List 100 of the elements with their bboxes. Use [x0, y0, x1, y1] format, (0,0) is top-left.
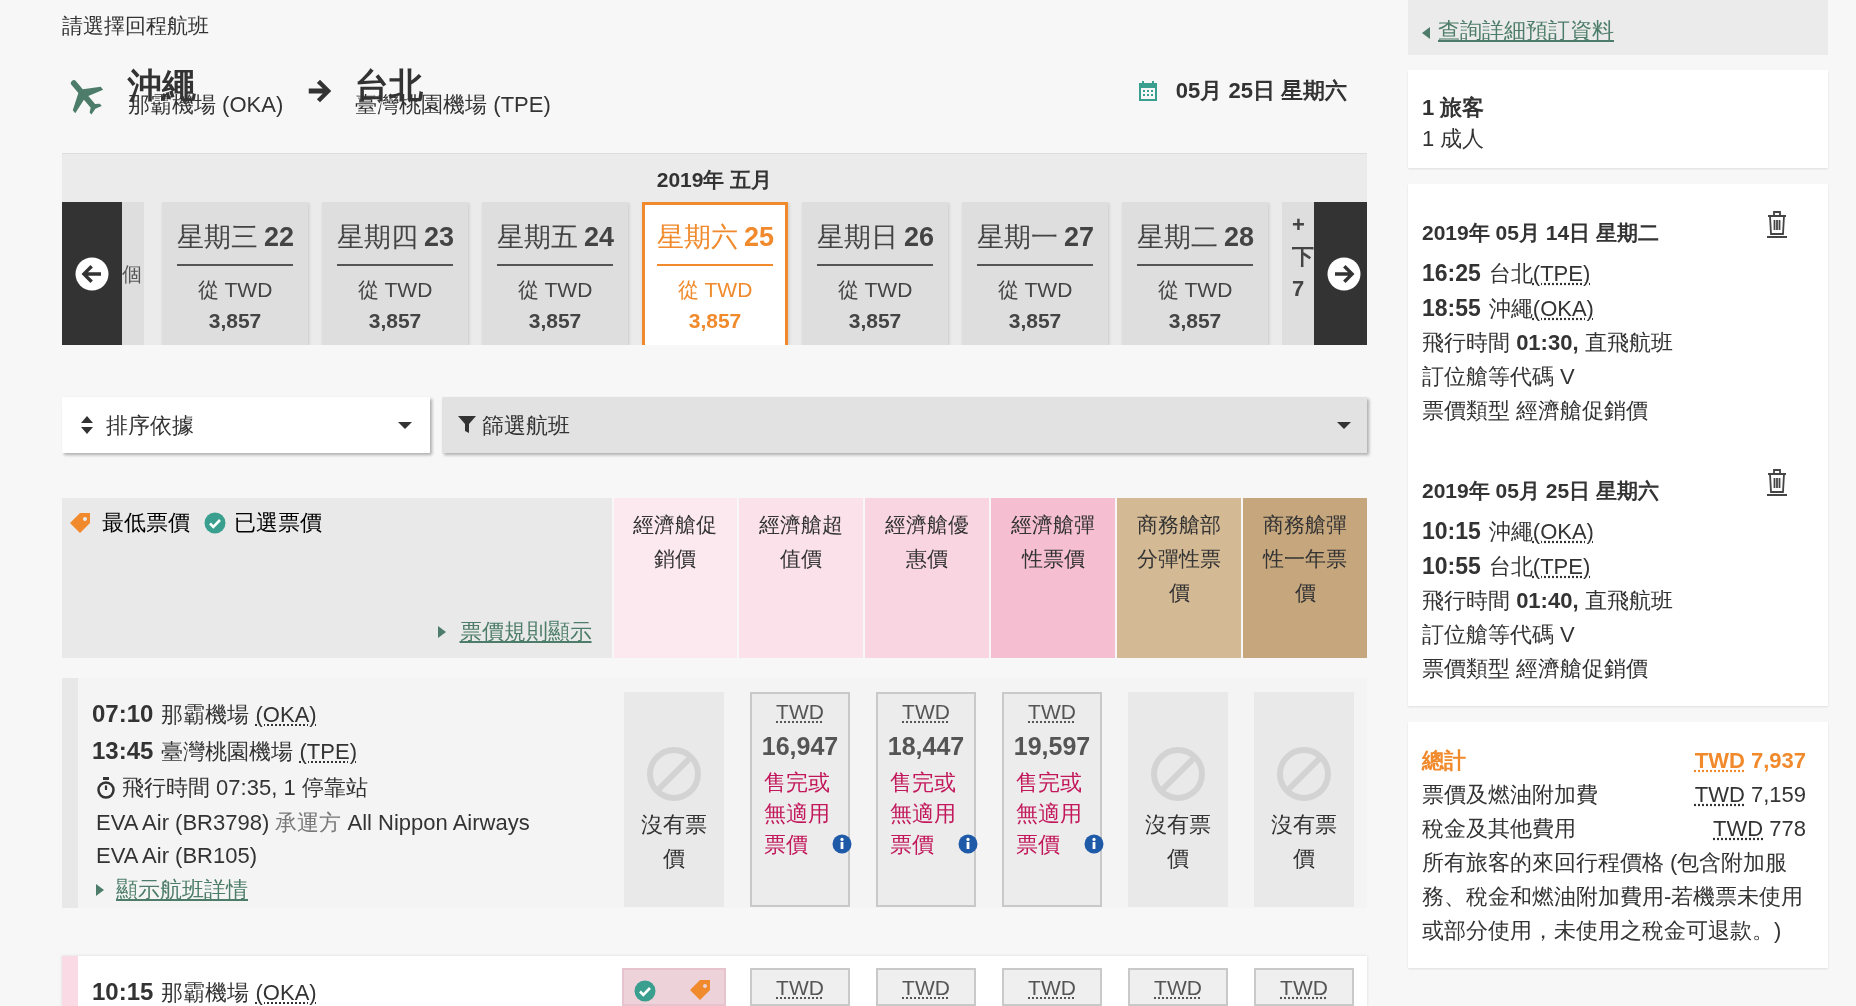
month-label: 2019年 五月 — [655, 167, 774, 193]
fare-price: 16,947 — [761, 730, 839, 762]
flight-details-link[interactable]: 顯示航班詳情 — [116, 872, 248, 908]
airport-name: 那霸機場 (OKA) — [161, 701, 317, 729]
booking-details-link[interactable]: 查詢詳細預訂資料 — [1438, 14, 1614, 47]
booking-class: 訂位艙等代碼 V — [1422, 363, 1576, 391]
flight-time: 10:15 — [1422, 517, 1481, 546]
date-card-text: + — [1292, 214, 1305, 236]
fare-column-header: 商務艙部分彈性票價 — [1115, 498, 1242, 658]
triangle-icon — [96, 884, 104, 896]
price-value: 3,857 — [528, 308, 582, 334]
sold-out-note: 售完或無適用票價 — [1016, 769, 1083, 859]
currency-label: TWD — [1028, 699, 1076, 725]
day-number: 27 — [1064, 222, 1095, 252]
sold-out-note: 售完或無適用票價 — [890, 769, 957, 859]
total-price: TWD 7,937 — [1694, 747, 1806, 775]
date-card[interactable]: 星期日 26 從 TWD 3,857 — [802, 202, 948, 345]
info-icon[interactable] — [958, 834, 978, 854]
no-fare-label: 沒有票價 — [1270, 811, 1338, 873]
price-value: 3,857 — [1168, 308, 1222, 334]
passenger-count: 1 旅客 — [1422, 94, 1486, 122]
delete-button[interactable] — [1766, 210, 1788, 238]
airline-flight-label: EVA Air (BR3798) 承運方 All Nippon Airways — [95, 809, 531, 837]
price-line-label: 票價及燃油附加費 — [1422, 781, 1598, 809]
check-circle-icon — [204, 511, 226, 534]
price-line-amount: TWD 778 — [1713, 815, 1806, 843]
city-name: 沖繩(OKA) — [1488, 518, 1594, 546]
airport-name: 那霸機場 (OKA) — [161, 979, 317, 1006]
filter-dropdown[interactable]: 篩選航班 — [442, 397, 1367, 453]
fare-column-header: 商務艙彈性一年票價 — [1241, 498, 1367, 658]
fare-cell[interactable]: TWD 19,597 售完或無適用票價 — [1002, 692, 1102, 907]
info-icon[interactable] — [832, 834, 852, 854]
stopwatch-icon — [96, 777, 116, 799]
flight-time: 13:45 — [92, 736, 154, 766]
fare-cell[interactable]: TWD 18,447 售完或無適用票價 — [876, 692, 976, 907]
from-price-label: 從 TWD — [517, 276, 593, 303]
delete-button[interactable] — [1766, 468, 1788, 496]
date-card[interactable]: 個 — [122, 202, 144, 345]
fare-cell[interactable]: TWD — [750, 968, 850, 1006]
fare-type: 票價類型 經濟艙促銷價 — [1422, 655, 1650, 683]
currency-label: TWD — [1154, 975, 1202, 1001]
date-card[interactable]: 星期五 24 從 TWD 3,857 — [482, 202, 628, 345]
fare-cell[interactable]: TWD 16,947 售完或無適用票價 — [750, 692, 850, 907]
city-name: 台北(TPE) — [1488, 553, 1591, 581]
city-name: 台北(TPE) — [1488, 260, 1591, 288]
price-value: 3,857 — [208, 308, 262, 334]
fare-cell[interactable]: TWD — [876, 968, 976, 1006]
weekday-label: 星期四 — [337, 222, 418, 252]
fare-column-header: 經濟艙超值價 — [737, 498, 864, 658]
weekday-label: 星期二 — [1137, 222, 1218, 252]
check-circle-icon — [634, 980, 656, 1002]
selected-fare-cell[interactable] — [622, 968, 726, 1006]
legend-label: 最低票價 — [102, 509, 190, 537]
day-number: 28 — [1224, 222, 1255, 252]
flight-row[interactable]: 10:15 那霸機場 (OKA) TWD TWD TWD TWD TWD — [62, 956, 1367, 1006]
fare-column-header: 經濟艙優惠價 — [863, 498, 990, 658]
date-card[interactable]: 星期一 27 從 TWD 3,857 — [962, 202, 1108, 345]
date-card[interactable]: 星期四 23 從 TWD 3,857 — [322, 202, 468, 345]
currency-label: TWD — [902, 975, 950, 1001]
airline-flight-label: EVA Air (BR105) — [95, 842, 258, 870]
booking-class: 訂位艙等代碼 V — [1422, 621, 1576, 649]
flight-time: 16:25 — [1422, 259, 1481, 288]
currency-label: TWD — [1028, 975, 1076, 1001]
currency-label: TWD — [1280, 975, 1328, 1001]
trash-icon — [1766, 468, 1788, 496]
flight-duration: 飛行時間 01:40, 直飛航班 — [1422, 587, 1674, 615]
total-label: 總計 — [1422, 747, 1466, 775]
date-card-text: 7 — [1292, 278, 1305, 300]
next-dates-button[interactable] — [1314, 202, 1367, 345]
fare-cell[interactable]: TWD — [1254, 968, 1354, 1006]
passenger-type: 1 成人 — [1422, 125, 1486, 153]
caret-icon — [1337, 420, 1351, 430]
segment-date: 2019年 05月 25日 星期六 — [1422, 478, 1659, 504]
flight-duration: 飛行時間 01:30, 直飛航班 — [1422, 329, 1674, 357]
weekday-label: 星期六 — [657, 222, 738, 252]
flight-duration: 飛行時間 07:35, 1 停靠站 — [122, 774, 368, 802]
sold-out-note: 售完或無適用票價 — [764, 769, 831, 859]
page-heading: 請選擇回程航班 — [62, 13, 210, 39]
price-value: 3,857 — [848, 308, 902, 334]
segment-date: 2019年 05月 14日 星期二 — [1422, 220, 1659, 246]
legend-label: 已選票價 — [234, 509, 322, 537]
price-note: 所有旅客的來回行程價格 (包含附加服務、稅金和燃油附加費用-若機票未使用或部分使用，未使用之稅金可退款。) — [1422, 849, 1805, 945]
sort-icon — [80, 415, 94, 435]
day-number: 23 — [424, 222, 455, 252]
sort-dropdown[interactable]: 排序依據 — [62, 397, 430, 453]
fare-cell[interactable]: TWD — [1002, 968, 1102, 1006]
info-icon[interactable] — [1084, 834, 1104, 854]
flight-time: 10:15 — [92, 977, 154, 1006]
day-number: 22 — [264, 222, 295, 252]
currency-label: TWD — [776, 699, 824, 725]
previous-dates-button[interactable] — [62, 202, 122, 345]
date-card[interactable]: 星期三 22 從 TWD 3,857 — [162, 202, 308, 345]
from-price-label: 從 TWD — [677, 276, 753, 303]
from-price-label: 從 TWD — [997, 276, 1073, 303]
fare-cell[interactable]: TWD — [1128, 968, 1228, 1006]
day-number: 25 — [744, 222, 775, 252]
fare-rules-link[interactable]: 票價規則顯示 — [459, 615, 592, 648]
from-price-label: 從 TWD — [1157, 276, 1233, 303]
fare-price: 18,447 — [887, 730, 965, 762]
date-card[interactable]: 星期二 28 從 TWD 3,857 — [1122, 202, 1268, 345]
